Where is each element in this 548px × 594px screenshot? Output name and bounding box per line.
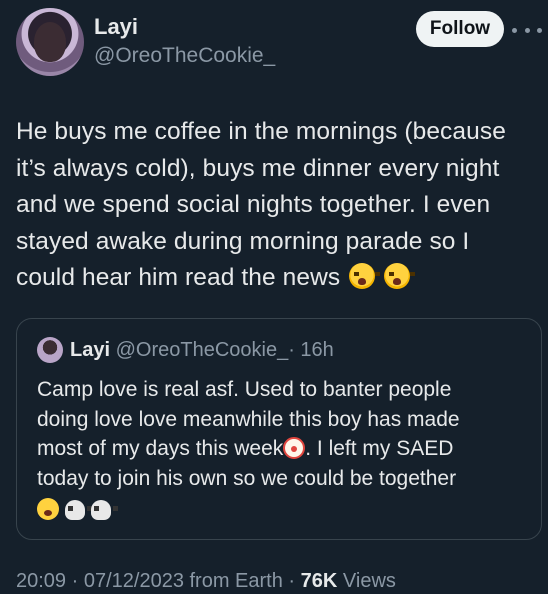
quote-line-text: . I left my SAED	[305, 437, 454, 460]
tweet-line-text: could hear him read the news	[16, 264, 341, 291]
quote-line: most of my days this week . I left my SAE…	[37, 434, 527, 464]
quote-line: doing love love meanwhile this boy has m…	[37, 407, 460, 431]
skull-emoji-icon	[65, 500, 92, 520]
quote-text: Camp love is real asf. Used to banter pe…	[37, 375, 527, 525]
tweet-line: He buys me coffee in the mornings (becau…	[16, 118, 506, 145]
quote-line: today to join his own so we could be tog…	[37, 466, 457, 490]
follow-button[interactable]: Follow	[416, 11, 504, 47]
tweet-date-source: · 07/12/2023 from Earth ·	[71, 570, 296, 592]
tweet-meta: 20:09 · 07/12/2023 from Earth · 76K View…	[16, 570, 396, 593]
views-count: 76K	[300, 570, 338, 592]
tweet-detail: Layi @OreoTheCookie_ Follow He buys me c…	[0, 0, 548, 594]
quote-author-name: Layi	[70, 339, 111, 361]
crying-face-emoji-icon	[37, 498, 59, 520]
tweet-text: He buys me coffee in the mornings (becau…	[16, 114, 536, 297]
more-options-icon[interactable]	[512, 20, 542, 40]
tweet-line: and we spend social nights together. I e…	[16, 191, 491, 218]
quoted-tweet[interactable]: Layi @OreoTheCookie_· 16h Camp love is r…	[16, 318, 542, 540]
quote-line-text: most of my days this week	[37, 437, 284, 460]
tweet-time[interactable]: 20:09	[16, 570, 66, 592]
clown-face-emoji-icon	[283, 437, 306, 459]
crying-face-emoji-icon	[384, 263, 416, 289]
tweet-line: could hear him read the news	[16, 260, 536, 297]
quote-avatar	[37, 337, 63, 363]
quote-time: · 16h	[288, 339, 334, 361]
quote-emoji-line	[37, 495, 527, 525]
quote-author-handle: @OreoTheCookie_	[115, 339, 289, 361]
skull-emoji-icon	[91, 500, 118, 520]
author-handle[interactable]: @OreoTheCookie_	[94, 44, 275, 68]
tweet-line: stayed awake during morning parade so I	[16, 227, 470, 255]
quote-header: Layi @OreoTheCookie_· 16h	[70, 339, 334, 362]
quote-line: Camp love is real asf. Used to banter pe…	[37, 378, 452, 401]
views-label: Views	[342, 570, 396, 592]
crying-face-emoji-icon	[349, 263, 381, 289]
author-name[interactable]: Layi	[94, 14, 138, 40]
avatar[interactable]	[16, 8, 84, 76]
tweet-line: it’s always cold), buys me dinner every …	[16, 154, 500, 182]
